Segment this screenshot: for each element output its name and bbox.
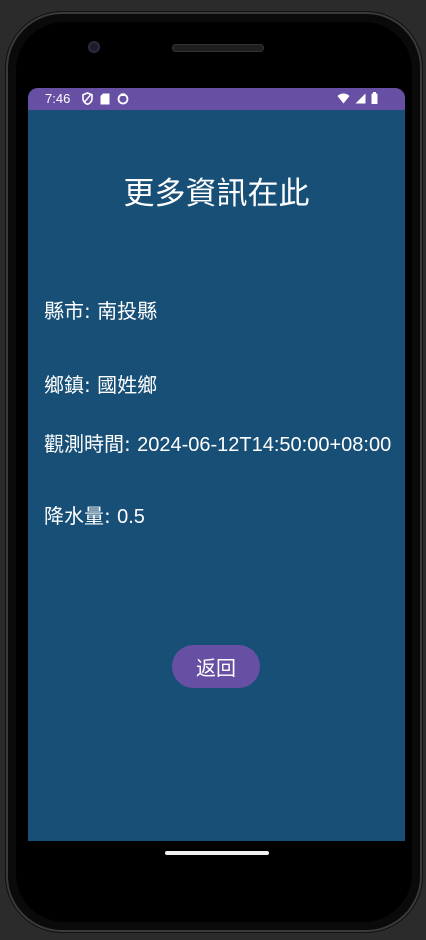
status-system-icons — [337, 92, 378, 108]
wifi-icon — [337, 93, 350, 108]
vpn-shield-icon — [82, 92, 93, 109]
county-label: 縣市: — [44, 299, 98, 323]
status-bar: 7:46 — [28, 88, 405, 110]
county-row: 縣市: 南投縣 — [44, 295, 157, 324]
county-value: 南投縣 — [97, 299, 158, 323]
gesture-nav-bar — [28, 841, 405, 871]
battery-icon — [371, 92, 378, 108]
back-button[interactable]: 返回 — [172, 645, 260, 688]
page-title: 更多資訊在此 — [123, 176, 310, 212]
status-notification-icons — [82, 92, 129, 109]
home-indicator[interactable] — [165, 851, 269, 855]
earpiece-speaker — [172, 44, 264, 52]
sd-card-icon — [100, 93, 110, 109]
town-value: 國姓鄉 — [97, 373, 158, 397]
status-time: 7:46 — [45, 91, 71, 106]
precipitation-value: 0.5 — [117, 506, 145, 528]
town-label: 鄉鎮: — [44, 373, 98, 397]
observation-time-row: 觀測時間: 2024-06-12T14:50:00+08:00 — [44, 428, 391, 457]
sync-icon — [117, 92, 129, 109]
app-screen: 7:46 更多資訊在此 縣市: 南投縣 鄉鎮: 國姓鄉 觀測時間: 2024-0… — [28, 88, 405, 841]
front-camera-icon — [88, 41, 100, 53]
precipitation-row: 降水量: 0.5 — [44, 500, 145, 529]
observation-time-value: 2024-06-12T14:50:00+08:00 — [137, 434, 392, 456]
precipitation-label: 降水量: — [44, 504, 118, 528]
cellular-signal-icon — [355, 93, 366, 108]
observation-time-label: 觀測時間: — [44, 432, 138, 456]
town-row: 鄉鎮: 國姓鄉 — [44, 369, 157, 398]
